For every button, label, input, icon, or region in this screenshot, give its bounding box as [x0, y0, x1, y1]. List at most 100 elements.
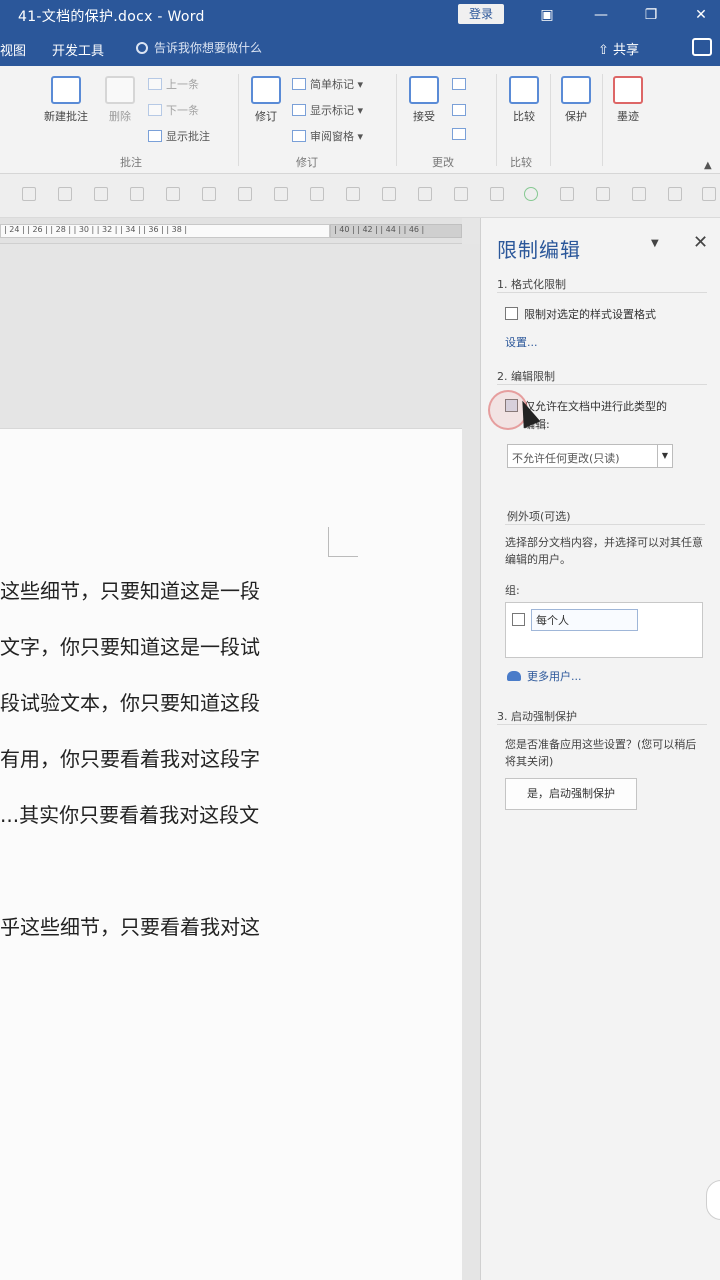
show-markup-icon — [292, 104, 306, 116]
group-everyone-label: 每个人 — [531, 609, 638, 631]
group-everyone-item[interactable]: 每个人 — [512, 609, 638, 631]
markup-label: 简单标记 — [310, 78, 354, 91]
section-divider — [497, 724, 707, 725]
toolbar-icon[interactable] — [238, 187, 252, 201]
tab-view[interactable]: 视图 — [0, 40, 26, 59]
toolbar-icon[interactable] — [454, 187, 468, 201]
delete-comment-button[interactable]: 删除 — [100, 76, 140, 124]
limit-formatting-option[interactable]: 限制对选定的样式设置格式 — [505, 306, 656, 322]
document-line: 有用，你只要看着我对这段字 — [0, 747, 260, 771]
toolbar-icon[interactable] — [560, 187, 574, 201]
close-icon[interactable]: ✕ — [690, 4, 712, 26]
ink-button[interactable]: 墨迹 — [608, 76, 648, 124]
toolbar-icon[interactable] — [58, 187, 72, 201]
toolbar-icon[interactable] — [202, 187, 216, 201]
groups-label: 组: — [505, 584, 520, 597]
next-change-button[interactable] — [452, 128, 470, 141]
accept-button[interactable]: 接受 — [404, 76, 444, 124]
document-line: ...其实你只要看着我对这段文 — [0, 803, 260, 827]
protect-icon — [561, 76, 591, 104]
toolbar-icon[interactable] — [490, 187, 504, 201]
groups-list: 每个人 — [505, 602, 703, 658]
next-change-icon — [452, 128, 466, 140]
tell-me-search[interactable]: 告诉我你想要做什么 — [136, 39, 262, 56]
floating-assist-button[interactable] — [706, 1180, 720, 1220]
share-button[interactable]: ⇧ 共享 — [598, 39, 639, 58]
comments-icon[interactable] — [692, 38, 712, 56]
ribbon-separator — [550, 74, 551, 166]
section-divider — [505, 524, 705, 525]
show-markup-button[interactable]: 显示标记 ▾ — [292, 102, 363, 118]
login-button[interactable]: 登录 — [458, 4, 504, 24]
group-label-tracking: 修订 — [296, 156, 318, 169]
new-comment-button[interactable]: 新建批注 — [38, 76, 94, 124]
allow-editing-type-label: 仅允许在文档中进行此类型的 — [524, 400, 667, 413]
toolbar-icon[interactable] — [22, 187, 36, 201]
group-label-compare: 比较 — [510, 156, 532, 169]
previous-change-button[interactable] — [452, 104, 470, 117]
show-comments-button[interactable]: 显示批注 — [148, 128, 210, 144]
toolbar-icon[interactable] — [382, 187, 396, 201]
toolbar-circle-icon[interactable] — [524, 187, 538, 201]
toolbar-icon[interactable] — [668, 187, 682, 201]
search-icon — [136, 42, 148, 54]
document-line: 文字，你只要知道这是一段试 — [0, 635, 260, 659]
section-formatting-title: 1. 格式化限制 — [497, 278, 566, 291]
previous-change-icon — [452, 104, 466, 116]
toolbar-icon[interactable] — [310, 187, 324, 201]
minimize-icon[interactable]: — — [590, 4, 612, 26]
restore-icon[interactable]: ❐ — [640, 4, 662, 26]
formatting-settings-link[interactable]: 设置... — [505, 334, 538, 350]
review-pane-icon — [292, 130, 306, 142]
toolbar-icon[interactable] — [94, 187, 108, 201]
collapse-ribbon-icon[interactable]: ▲ — [704, 160, 712, 171]
ruler-marks-gray: | 40 | | 42 | | 44 | | 46 | — [334, 225, 425, 234]
compare-label: 比较 — [513, 110, 535, 123]
delete-icon — [105, 76, 135, 104]
markup-icon — [292, 78, 306, 90]
reject-button[interactable] — [452, 78, 470, 91]
limit-formatting-checkbox[interactable] — [505, 307, 518, 320]
document-line: 这些细节，只要知道这是一段 — [0, 579, 260, 603]
next-comment-button[interactable]: 下一条 — [148, 102, 199, 118]
toolbar-icon[interactable] — [274, 187, 288, 201]
search-text: 告诉我你想要做什么 — [154, 41, 263, 55]
start-enforcing-button[interactable]: 是，启动强制保护 — [505, 778, 637, 810]
show-comments-icon — [148, 130, 162, 142]
pane-close-icon[interactable]: ✕ — [693, 232, 708, 253]
chevron-down-icon[interactable]: ▼ — [657, 444, 673, 468]
group-label-changes: 更改 — [432, 156, 454, 169]
tab-developer[interactable]: 开发工具 — [52, 40, 104, 59]
toolbar-icon[interactable] — [632, 187, 646, 201]
reject-icon — [452, 78, 466, 90]
markup-select[interactable]: 简单标记 ▾ — [292, 76, 363, 92]
document-page[interactable]: 这些细节，只要知道这是一段 文字，你只要知道这是一段试 段试验文本，你只要知道这… — [0, 428, 462, 1280]
toolbar-icon[interactable] — [418, 187, 432, 201]
section-divider — [497, 384, 707, 385]
more-users-link[interactable]: 更多用户... — [507, 668, 582, 684]
review-pane-button[interactable]: 审阅窗格 ▾ — [292, 128, 363, 144]
pane-options-chevron-down-icon[interactable]: ▼ — [651, 238, 659, 249]
toolbar-icon[interactable] — [596, 187, 610, 201]
show-comments-label: 显示批注 — [166, 130, 210, 143]
protect-button[interactable]: 保护 — [556, 76, 596, 124]
group-label-comments: 批注 — [120, 156, 142, 169]
page-corner-mark — [328, 527, 358, 557]
toolbar-icon[interactable] — [166, 187, 180, 201]
toolbar-icon[interactable] — [702, 187, 716, 201]
previous-label: 上一条 — [166, 78, 199, 91]
previous-comment-button[interactable]: 上一条 — [148, 76, 199, 92]
toolbar-icon[interactable] — [346, 187, 360, 201]
compare-button[interactable]: 比较 — [504, 76, 544, 124]
editing-type-select[interactable]: 不允许任何更改(只读) ▼ — [507, 444, 673, 468]
track-changes-button[interactable]: 修订 — [248, 76, 284, 124]
compare-icon — [509, 76, 539, 104]
ribbon-separator — [238, 74, 239, 166]
ribbon-display-icon[interactable]: ▣ — [536, 4, 558, 26]
protect-label: 保护 — [565, 110, 587, 123]
group-everyone-checkbox[interactable] — [512, 613, 525, 626]
limit-formatting-label: 限制对选定的样式设置格式 — [524, 308, 656, 321]
toolbar-icon[interactable] — [130, 187, 144, 201]
review-pane-label: 审阅窗格 — [310, 130, 354, 143]
ribbon: 新建批注 删除 上一条 下一条 显示批注 批注 修订 简单标记 ▾ 显示标记 ▾… — [0, 66, 720, 174]
